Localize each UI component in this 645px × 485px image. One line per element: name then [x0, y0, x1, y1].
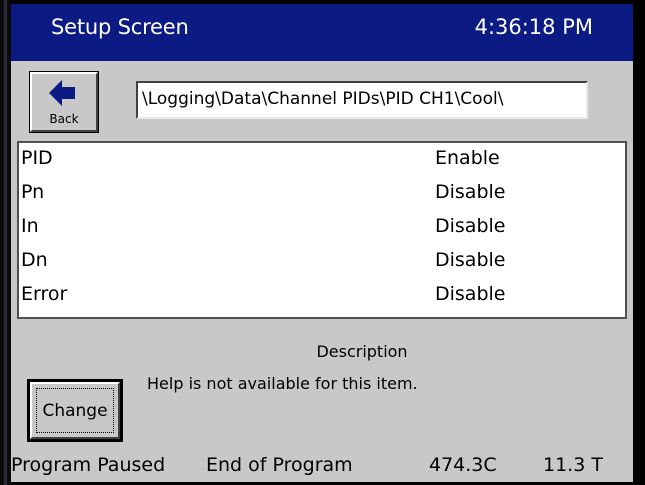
- change-button[interactable]: Change: [27, 379, 123, 442]
- status-bar: Program Paused End of Program 474.3C 11.…: [11, 450, 633, 482]
- left-arrow-icon: [49, 80, 75, 106]
- list-item-value: Disable: [435, 249, 506, 271]
- list-item-dn[interactable]: Dn Disable: [19, 245, 625, 279]
- back-button[interactable]: Back: [29, 71, 99, 133]
- program-state: Program Paused: [11, 454, 166, 476]
- path-field: \Logging\Data\Channel PIDs\PID CH1\Cool\: [136, 81, 588, 119]
- list-item-name: Error: [21, 283, 68, 305]
- list-item-value: Disable: [435, 181, 506, 203]
- clock: 4:36:18 PM: [474, 15, 593, 39]
- list-item-name: Pn: [21, 181, 45, 203]
- list-item-name: Dn: [21, 249, 48, 271]
- bezel-line: [4, 0, 7, 485]
- list-item-in[interactable]: In Disable: [19, 211, 625, 245]
- list-item-pid[interactable]: PID Enable: [19, 143, 625, 177]
- time-readout: 11.3 T: [543, 454, 603, 476]
- list-item-name: PID: [21, 147, 53, 169]
- description-text: Help is not available for this item.: [147, 374, 418, 393]
- list-item-name: In: [21, 215, 39, 237]
- window-title: Setup Screen: [51, 15, 189, 39]
- temperature-readout: 474.3C: [429, 454, 497, 476]
- description-heading: Description: [316, 342, 408, 361]
- settings-list[interactable]: PID Enable Pn Disable In Disable Dn Disa…: [17, 141, 627, 319]
- list-item-pn[interactable]: Pn Disable: [19, 177, 625, 211]
- title-bar: Setup Screen 4:36:18 PM: [11, 4, 633, 61]
- program-step: End of Program: [206, 454, 353, 476]
- list-item-error[interactable]: Error Disable: [19, 279, 625, 313]
- back-button-label: Back: [49, 112, 79, 126]
- app-frame: Setup Screen 4:36:18 PM Back \Logging\Da…: [0, 0, 645, 485]
- list-item-value: Disable: [435, 283, 506, 305]
- setup-screen: Setup Screen 4:36:18 PM Back \Logging\Da…: [11, 4, 633, 482]
- list-item-value: Enable: [435, 147, 500, 169]
- change-button-label: Change: [42, 401, 108, 421]
- left-bezel: [0, 0, 11, 485]
- list-item-value: Disable: [435, 215, 506, 237]
